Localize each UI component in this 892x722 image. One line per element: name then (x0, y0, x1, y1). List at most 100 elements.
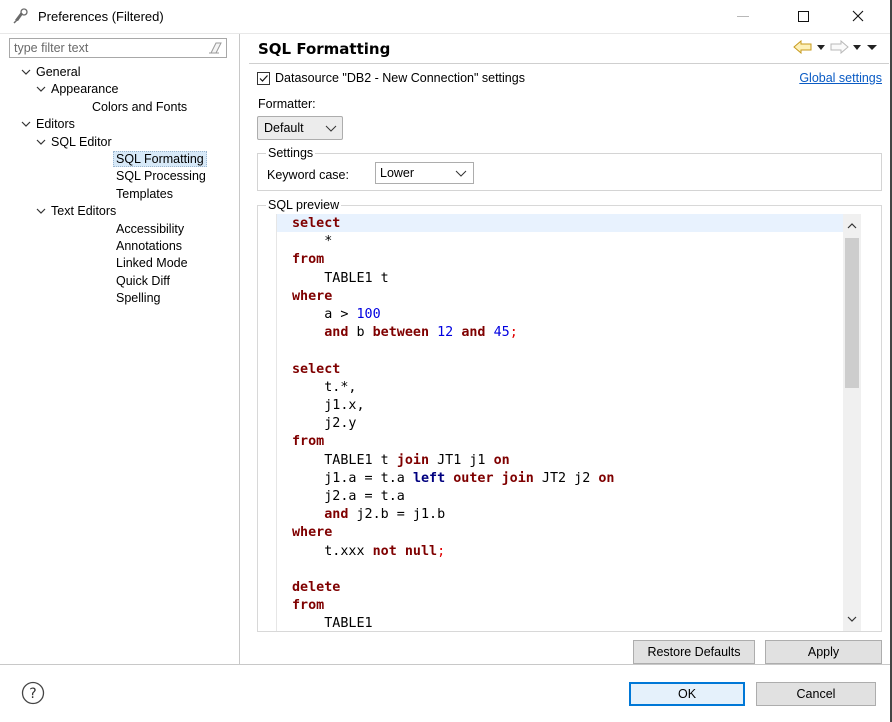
close-icon (852, 10, 864, 22)
sql-keyword: from (292, 252, 325, 268)
sql-keyword: from (292, 434, 325, 450)
maximize-button[interactable] (780, 0, 826, 32)
scroll-up-icon[interactable] (846, 220, 858, 232)
sql-text: * (292, 234, 333, 250)
sql-line: TABLE1 t join JT1 j1 on (292, 452, 615, 470)
minimize-icon (737, 15, 749, 17)
window-title: Preferences (Filtered) (38, 9, 164, 24)
clear-filter-icon[interactable] (207, 41, 223, 55)
tree-item-accessibility[interactable]: Accessibility (113, 221, 187, 238)
tree-item-label: Accessibility (116, 221, 185, 236)
tree-item-sql-processing[interactable]: SQL Processing (113, 168, 209, 185)
scroll-down-icon[interactable] (846, 613, 858, 625)
sql-keyword: outer (453, 470, 494, 486)
expand-chevron-icon[interactable] (34, 134, 48, 151)
checkmark-icon (259, 75, 268, 82)
sql-line: where (292, 524, 615, 542)
sql-text: j2.b = j1.b (348, 507, 446, 523)
sql-preview-editor[interactable]: select * from TABLE1 t where a > 100 and b… (276, 214, 861, 631)
title-bar: Preferences (Filtered) (0, 0, 892, 34)
sql-line: j1.x, (292, 397, 615, 415)
datasource-settings-label[interactable]: Datasource "DB2 - New Connection" settin… (275, 71, 525, 85)
preference-page: SQL Formatting Datasource "DB2 - New Con… (241, 34, 892, 664)
filter-field[interactable] (9, 38, 227, 58)
global-settings-link[interactable]: Global settings (799, 71, 882, 85)
sql-line (292, 561, 615, 579)
sql-text: b (348, 325, 373, 341)
sql-text: JT2 j2 (533, 470, 599, 486)
formatter-select[interactable]: Default (257, 116, 343, 140)
expand-chevron-icon[interactable] (19, 64, 33, 81)
sql-line: and j2.b = j1.b (292, 506, 615, 524)
sql-line: j2.y (292, 415, 615, 433)
tree-item-appearance[interactable]: Appearance (34, 81, 121, 98)
ok-button[interactable]: OK (629, 682, 745, 706)
sql-text: TABLE1 (292, 616, 373, 631)
sql-text: t.*, (292, 379, 357, 395)
forward-dropdown-icon[interactable] (851, 41, 863, 53)
sql-line: * (292, 233, 615, 251)
tree-item-label: Linked Mode (116, 256, 188, 271)
sql-line: delete (292, 579, 615, 597)
apply-button[interactable]: Apply (765, 640, 882, 664)
chevron-down-icon (455, 170, 467, 177)
sql-terminator: ; (437, 543, 446, 559)
sql-number: 12 (437, 325, 454, 341)
expand-chevron-icon[interactable] (34, 203, 48, 220)
sql-keyword: on (493, 452, 510, 468)
sql-keyword: select (292, 216, 341, 231)
keyword-case-select[interactable]: Lower (375, 162, 474, 184)
sql-text: j1.a = t.a (292, 470, 413, 486)
formatter-value: Default (264, 121, 304, 135)
tree-item-annotations[interactable]: Annotations (113, 238, 185, 255)
datasource-settings-checkbox[interactable] (257, 72, 270, 85)
sql-line: j2.a = t.a (292, 488, 615, 506)
sql-number: 45 (493, 325, 510, 341)
page-title: SQL Formatting (258, 40, 391, 58)
back-dropdown-icon[interactable] (815, 41, 827, 53)
tree-item-label: Annotations (116, 239, 183, 253)
tree-item-text-editors[interactable]: Text Editors (34, 203, 119, 220)
sql-text: JT1 j1 (429, 452, 494, 468)
view-menu-icon[interactable] (865, 41, 879, 53)
tree-item-quick-diff[interactable]: Quick Diff (113, 273, 173, 290)
settings-group-title: Settings (266, 146, 316, 160)
scrollbar-thumb[interactable] (845, 238, 859, 388)
vertical-scrollbar[interactable] (843, 214, 861, 631)
tree-item-linked-mode[interactable]: Linked Mode (113, 255, 191, 272)
tree-item-sql-editor[interactable]: SQL Editor (34, 134, 115, 151)
close-button[interactable] (835, 0, 881, 32)
tree-item-general[interactable]: General (19, 64, 83, 81)
sql-line: from (292, 251, 615, 269)
help-icon[interactable]: ? (21, 681, 45, 705)
expand-chevron-icon[interactable] (34, 81, 48, 98)
sql-terminator: ; (509, 325, 518, 341)
tree-item-editors[interactable]: Editors (19, 116, 78, 133)
forward-arrow-icon[interactable] (829, 40, 849, 54)
sql-line: from (292, 597, 615, 615)
tree-item-spelling[interactable]: Spelling (113, 290, 163, 307)
minimize-button[interactable] (720, 0, 766, 32)
sql-keyword: and (324, 325, 349, 341)
tree-item-label: Editors (36, 117, 75, 132)
tree-item-label: SQL Editor (51, 134, 112, 149)
tree-item-label: Templates (116, 186, 173, 201)
tree-item-sql-formatting[interactable]: SQL Formatting (113, 151, 207, 168)
tree-item-label: Appearance (51, 82, 119, 97)
sql-text: j2.a = t.a (292, 489, 405, 505)
sql-keyword: where (292, 288, 333, 304)
cancel-button[interactable]: Cancel (756, 682, 876, 706)
filter-input[interactable] (10, 39, 200, 57)
tree-item-colors-and-fonts[interactable]: Colors and Fonts (89, 99, 190, 116)
sql-text: a > (292, 307, 357, 323)
expand-chevron-icon[interactable] (19, 116, 33, 133)
dialog-button-bar: ? OK Cancel (0, 664, 892, 722)
tree-item-label: Text Editors (51, 204, 117, 219)
maximize-icon (797, 10, 809, 22)
tree-item-templates[interactable]: Templates (113, 186, 176, 203)
restore-defaults-button[interactable]: Restore Defaults (633, 640, 755, 664)
back-arrow-icon[interactable] (793, 40, 813, 54)
